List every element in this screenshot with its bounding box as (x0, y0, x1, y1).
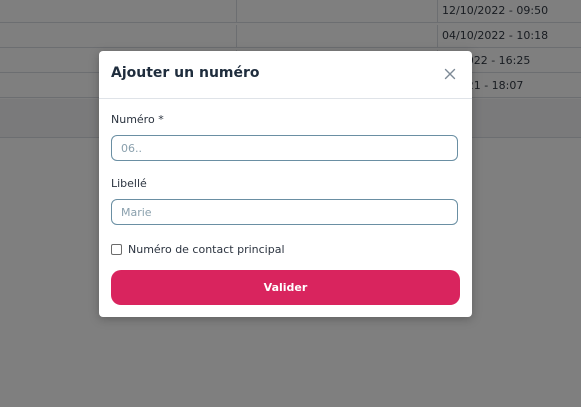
modal-title: Ajouter un numéro (111, 65, 260, 81)
close-icon (444, 68, 456, 80)
main-contact-label: Numéro de contact principal (128, 242, 285, 256)
add-number-modal: Ajouter un numéro Numéro * Libellé Numér… (99, 51, 472, 317)
label-input[interactable] (111, 199, 458, 225)
phone-number-label: Numéro * (111, 113, 164, 126)
main-contact-option[interactable]: Numéro de contact principal (111, 242, 285, 256)
close-button[interactable] (442, 66, 458, 82)
submit-button[interactable]: Valider (111, 270, 460, 305)
label-field-label: Libellé (111, 177, 147, 190)
modal-header: Ajouter un numéro (99, 51, 472, 99)
phone-number-input[interactable] (111, 135, 458, 161)
main-contact-checkbox[interactable] (111, 243, 122, 255)
